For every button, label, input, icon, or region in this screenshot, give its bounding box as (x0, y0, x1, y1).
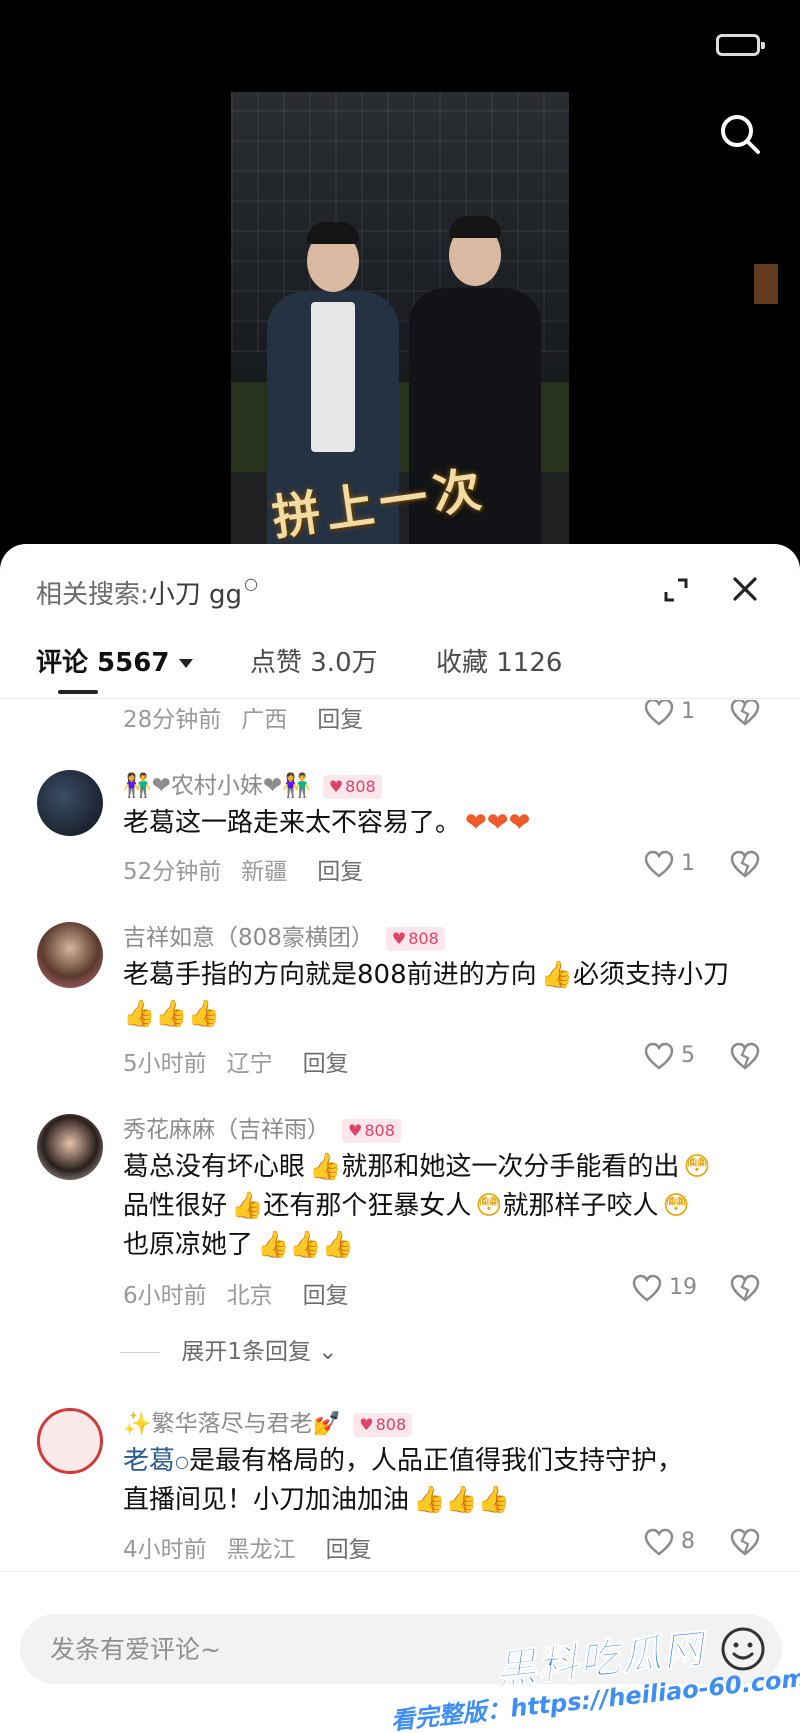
comment-tabs: 评论 5567 点赞 3.0万 收藏 1126 (36, 642, 776, 694)
reply-button[interactable]: 回复 (303, 1283, 349, 1309)
dislike-button[interactable] (730, 700, 760, 726)
like-button[interactable]: 1 (644, 700, 695, 726)
pleading-face-icon: 😳 (683, 1152, 711, 1182)
comment-sheet: 相关搜索:小刀 gg ○ 评论 5567 点赞 3.0万 收藏 1126 28分钟… (0, 544, 800, 1733)
comment-meta: 6小时前 北京 回复 (123, 1283, 349, 1309)
comment-username[interactable]: 👫❤农村小妹❤👫808 (123, 766, 382, 800)
expand-icon[interactable] (660, 574, 692, 606)
like-button[interactable]: 19 (632, 1274, 697, 1302)
tab-likes[interactable]: 点赞 3.0万 (250, 642, 378, 679)
tab-comments[interactable]: 评论 5567 (36, 642, 194, 679)
fan-badge: 808 (353, 1412, 413, 1437)
heart-icon (644, 700, 674, 726)
thumbs-up-icon: 👍 (309, 1152, 342, 1182)
side-thumbnail (754, 264, 778, 304)
battery-icon (716, 34, 765, 56)
comment-list[interactable]: 28分钟前广西回复 1 👫❤农村小妹❤👫808 老葛这一路走来太不容易了。❤❤❤… (0, 700, 800, 1630)
caret-down-icon (179, 659, 194, 668)
reply-button[interactable]: 回复 (326, 1537, 372, 1563)
dislike-button[interactable] (730, 1528, 760, 1556)
divider (0, 698, 800, 699)
broken-heart-icon (730, 1042, 760, 1070)
avatar[interactable] (37, 770, 103, 836)
pleading-face-icon: 😳 (662, 1191, 690, 1221)
like-button[interactable]: 8 (644, 1528, 695, 1556)
dislike-button[interactable] (730, 1274, 760, 1302)
comment-keyword-link[interactable]: 老葛 (123, 1446, 175, 1476)
search-icon[interactable] (718, 112, 762, 156)
comment-text: 老葛手指的方向就是808前进的方向 👍必须支持小刀 👍👍👍 (123, 956, 763, 1034)
comment-username[interactable]: ✨繁华落尽与君老💅808 (123, 1404, 413, 1438)
chevron-down-icon: ⌄ (318, 1339, 338, 1365)
avatar[interactable] (37, 1408, 103, 1474)
heart-icon (632, 1274, 662, 1302)
thumbs-up-icon: 👍👍👍 (123, 999, 221, 1029)
heart-icon (644, 850, 674, 878)
comment-input-bar: 黑料吃瓜网 看完整版：https://heiliao-60.com (0, 1571, 800, 1733)
thumbs-up-icon: 👍👍👍 (413, 1485, 511, 1515)
thumbs-up-icon: 👍 (231, 1191, 264, 1221)
avatar[interactable] (37, 922, 103, 988)
broken-heart-icon (730, 1274, 760, 1302)
pleading-face-icon: 😳 (475, 1191, 503, 1221)
comment-text: 葛总没有坏心眼 👍就那和她这一次分手能看的出 😳 品性很好 👍还有那个狂暴女人 😳就那样… (123, 1148, 763, 1265)
search-small-icon: ○ (244, 574, 259, 593)
related-search-label: 相关搜索: (36, 580, 149, 610)
comment-meta: 28分钟前 广西 回复 (123, 707, 364, 733)
close-icon[interactable] (730, 574, 760, 604)
like-button[interactable]: 1 (644, 850, 695, 878)
active-tab-indicator (58, 690, 98, 694)
thumbs-up-icon: 👍 (540, 960, 574, 990)
thumbs-up-icon: 👍👍👍 (257, 1230, 355, 1260)
tab-favorites[interactable]: 收藏 1126 (436, 642, 562, 679)
like-button[interactable]: 5 (644, 1042, 695, 1070)
comment-meta: 5小时前 辽宁 回复 (123, 1051, 349, 1077)
related-search-keyword[interactable]: 小刀 gg (149, 580, 242, 610)
broken-heart-icon (730, 850, 760, 878)
heart-emoji-icon: ❤❤❤ (465, 808, 531, 838)
video-player[interactable]: 拼上一次 (0, 0, 800, 560)
heart-icon (644, 1042, 674, 1070)
reply-button[interactable]: 回复 (303, 1051, 349, 1077)
broken-heart-icon (730, 700, 760, 726)
fan-badge: 808 (322, 774, 382, 799)
dislike-button[interactable] (730, 1042, 760, 1070)
comment-text: 老葛这一路走来太不容易了。 ❤❤❤ (123, 804, 763, 843)
comment-meta: 52分钟前 新疆 回复 (123, 859, 364, 885)
comment-username[interactable]: 吉祥如意（808豪横团）808 (123, 918, 445, 952)
comment-meta: 4小时前 黑龙江 回复 (123, 1537, 372, 1563)
fan-badge: 808 (342, 1118, 401, 1143)
broken-heart-icon (730, 1528, 760, 1556)
reply-button[interactable]: 回复 (317, 707, 363, 733)
avatar[interactable] (37, 1114, 103, 1180)
comment-text: 老葛○是最有格局的，人品正值得我们支持守护， 直播间见！小刀加油加油 👍👍👍 (123, 1442, 763, 1520)
fan-badge: 808 (385, 926, 445, 951)
comment-username[interactable]: 秀花麻麻（吉祥雨）808 (123, 1110, 401, 1144)
related-search[interactable]: 相关搜索:小刀 gg ○ (36, 574, 258, 611)
reply-button[interactable]: 回复 (317, 859, 363, 885)
search-small-icon: ○ (175, 1452, 189, 1471)
heart-icon (644, 1528, 674, 1556)
dislike-button[interactable] (730, 850, 760, 878)
video-thumbnail[interactable]: 拼上一次 (231, 92, 569, 560)
expand-replies-button[interactable]: 展开1条回复 ⌄ (120, 1332, 338, 1366)
